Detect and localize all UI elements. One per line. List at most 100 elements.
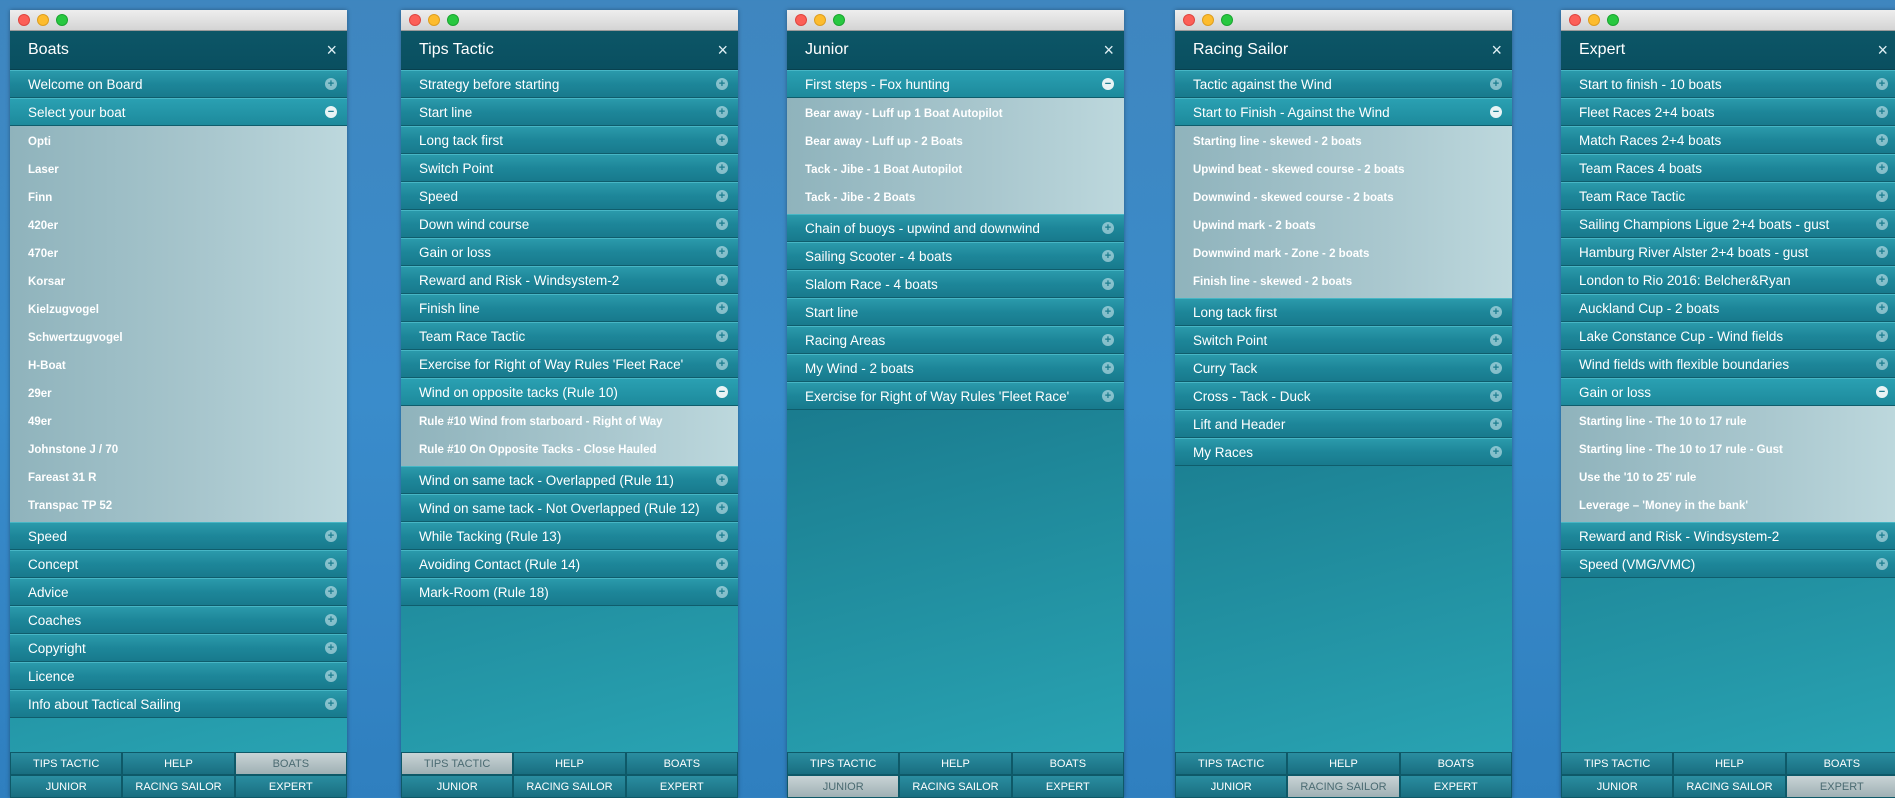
tab-junior[interactable]: JUNIOR [401,775,514,798]
expand-icon[interactable]: + [716,218,728,230]
tab-racing-sailor[interactable]: RACING SAILOR [513,775,626,798]
zoom-window-button[interactable] [1221,14,1233,26]
submenu-item-rule-10-on-opposite-tacks-close-hauled[interactable]: Rule #10 On Opposite Tacks - Close Haule… [401,436,738,464]
tab-racing-sailor[interactable]: RACING SAILOR [1287,775,1400,798]
zoom-window-button[interactable] [447,14,459,26]
tab-help[interactable]: HELP [122,752,235,775]
expand-icon[interactable]: + [1876,558,1888,570]
submenu-item-johnstone-j-70[interactable]: Johnstone J / 70 [10,436,347,464]
tab-help[interactable]: HELP [1287,752,1400,775]
minimize-window-button[interactable] [428,14,440,26]
tab-tips-tactic[interactable]: TIPS TACTIC [10,752,123,775]
expand-icon[interactable]: + [1876,78,1888,90]
expand-icon[interactable]: + [1876,302,1888,314]
tab-tips-tactic[interactable]: TIPS TACTIC [787,752,900,775]
expand-icon[interactable]: + [325,670,337,682]
menu-item-info-about-tactical-sailing[interactable]: Info about Tactical Sailing + [10,690,347,718]
submenu-item-transpac-tp-52[interactable]: Transpac TP 52 [10,492,347,520]
expand-icon[interactable]: + [1876,330,1888,342]
tab-help[interactable]: HELP [513,752,626,775]
close-icon[interactable]: × [1877,41,1888,59]
menu-item-wind-fields-with-flexible-boundaries[interactable]: Wind fields with flexible boundaries + [1561,350,1895,378]
expand-icon[interactable]: + [1102,306,1114,318]
menu-item-my-wind-2-boats[interactable]: My Wind - 2 boats + [787,354,1124,382]
menu-item-speed[interactable]: Speed + [401,182,738,210]
menu-item-sailing-champions-ligue-2-4-boats-gust[interactable]: Sailing Champions Ligue 2+4 boats - gust… [1561,210,1895,238]
tab-boats[interactable]: BOATS [625,752,738,775]
collapse-icon[interactable]: − [325,106,337,118]
menu-item-long-tack-first[interactable]: Long tack first + [1175,298,1512,326]
expand-icon[interactable]: + [716,358,728,370]
submenu-item-downwind-mark-zone-2-boats[interactable]: Downwind mark - Zone - 2 boats [1175,240,1512,268]
close-window-button[interactable] [1569,14,1581,26]
expand-icon[interactable]: + [1490,418,1502,430]
tab-junior[interactable]: JUNIOR [10,775,123,798]
tab-junior[interactable]: JUNIOR [1561,775,1674,798]
menu-item-london-to-rio-2016-belcher-ryan[interactable]: London to Rio 2016: Belcher&Ryan + [1561,266,1895,294]
submenu-item-tack-jibe-1-boat-autopilot[interactable]: Tack - Jibe - 1 Boat Autopilot [787,156,1124,184]
menu-item-speed[interactable]: Speed + [10,522,347,550]
expand-icon[interactable]: + [325,642,337,654]
expand-icon[interactable]: + [716,586,728,598]
expand-icon[interactable]: + [1102,250,1114,262]
menu-item-first-steps-fox-hunting[interactable]: First steps - Fox hunting − [787,70,1124,98]
menu-item-switch-point[interactable]: Switch Point + [401,154,738,182]
expand-icon[interactable]: + [1490,446,1502,458]
submenu-item-finish-line-skewed-2-boats[interactable]: Finish line - skewed - 2 boats [1175,268,1512,296]
menu-item-curry-tack[interactable]: Curry Tack + [1175,354,1512,382]
expand-icon[interactable]: + [716,106,728,118]
expand-icon[interactable]: + [325,586,337,598]
tab-boats[interactable]: BOATS [1785,752,1895,775]
menu-item-exercise-for-right-of-way-rules-fleet-race[interactable]: Exercise for Right of Way Rules 'Fleet R… [787,382,1124,410]
menu-item-advice[interactable]: Advice + [10,578,347,606]
menu-item-copyright[interactable]: Copyright + [10,634,347,662]
menu-item-concept[interactable]: Concept + [10,550,347,578]
expand-icon[interactable]: + [325,558,337,570]
submenu-item-starting-line-the-10-to-17-rule[interactable]: Starting line - The 10 to 17 rule [1561,408,1895,436]
close-icon[interactable]: × [326,41,337,59]
menu-item-sailing-scooter-4-boats[interactable]: Sailing Scooter - 4 boats + [787,242,1124,270]
tab-racing-sailor[interactable]: RACING SAILOR [122,775,235,798]
submenu-item-upwind-beat-skewed-course-2-boats[interactable]: Upwind beat - skewed course - 2 boats [1175,156,1512,184]
submenu-item-bear-away-luff-up-1-boat-autopilot[interactable]: Bear away - Luff up 1 Boat Autopilot [787,100,1124,128]
expand-icon[interactable]: + [1102,390,1114,402]
menu-item-welcome-on-board[interactable]: Welcome on Board + [10,70,347,98]
expand-icon[interactable]: + [1102,278,1114,290]
menu-item-wind-on-opposite-tacks-rule-10[interactable]: Wind on opposite tacks (Rule 10) − [401,378,738,406]
tab-help[interactable]: HELP [1673,752,1786,775]
submenu-item-leverage-money-in-the-bank[interactable]: Leverage – 'Money in the bank' [1561,492,1895,520]
tab-help[interactable]: HELP [899,752,1012,775]
submenu-item-rule-10-wind-from-starboard-right-of-way[interactable]: Rule #10 Wind from starboard - Right of … [401,408,738,436]
menu-item-coaches[interactable]: Coaches + [10,606,347,634]
menu-item-wind-on-same-tack-not-overlapped-rule-12[interactable]: Wind on same tack - Not Overlapped (Rule… [401,494,738,522]
collapse-icon[interactable]: − [1490,106,1502,118]
expand-icon[interactable]: + [1876,358,1888,370]
tab-racing-sailor[interactable]: RACING SAILOR [1673,775,1786,798]
expand-icon[interactable]: + [1876,162,1888,174]
collapse-icon[interactable]: − [1102,78,1114,90]
menu-item-finish-line[interactable]: Finish line + [401,294,738,322]
tab-expert[interactable]: EXPERT [1399,775,1512,798]
expand-icon[interactable]: + [1490,78,1502,90]
menu-item-my-races[interactable]: My Races + [1175,438,1512,466]
expand-icon[interactable]: + [325,78,337,90]
close-window-button[interactable] [18,14,30,26]
expand-icon[interactable]: + [325,530,337,542]
tab-junior[interactable]: JUNIOR [787,775,900,798]
menu-item-team-race-tactic[interactable]: Team Race Tactic + [1561,182,1895,210]
submenu-item-49er[interactable]: 49er [10,408,347,436]
collapse-icon[interactable]: − [1876,386,1888,398]
menu-item-gain-or-loss[interactable]: Gain or loss − [1561,378,1895,406]
submenu-item-29er[interactable]: 29er [10,380,347,408]
submenu-item-schwertzugvogel[interactable]: Schwertzugvogel [10,324,347,352]
tab-racing-sailor[interactable]: RACING SAILOR [899,775,1012,798]
submenu-item-fareast-31-r[interactable]: Fareast 31 R [10,464,347,492]
submenu-item-470er[interactable]: 470er [10,240,347,268]
menu-item-exercise-for-right-of-way-rules-fleet-race[interactable]: Exercise for Right of Way Rules 'Fleet R… [401,350,738,378]
submenu-item-h-boat[interactable]: H-Boat [10,352,347,380]
tab-boats[interactable]: BOATS [1011,752,1124,775]
minimize-window-button[interactable] [1588,14,1600,26]
menu-item-team-race-tactic[interactable]: Team Race Tactic + [401,322,738,350]
menu-item-avoiding-contact-rule-14[interactable]: Avoiding Contact (Rule 14) + [401,550,738,578]
close-icon[interactable]: × [1103,41,1114,59]
